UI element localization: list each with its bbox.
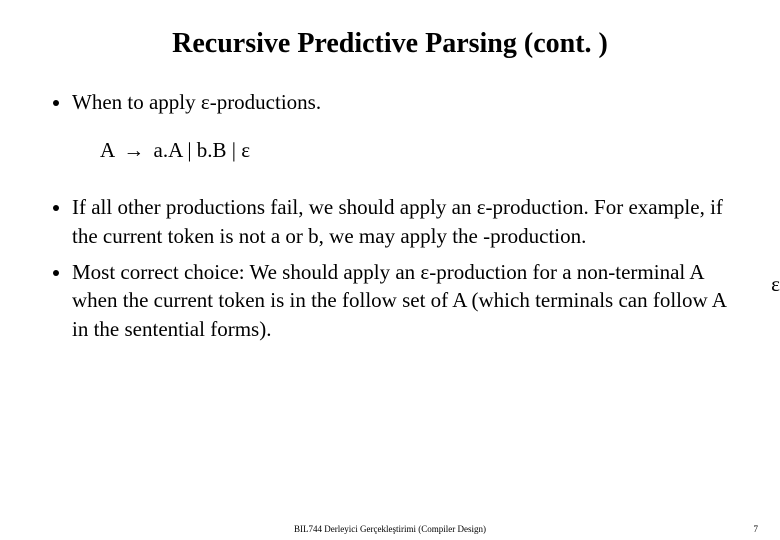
epsilon-edge: ε xyxy=(771,272,780,297)
bullet-list-top: When to apply ε-productions. xyxy=(40,88,740,116)
arrow-icon: → xyxy=(119,138,148,163)
slide-title: Recursive Predictive Parsing (cont. ) xyxy=(40,28,740,60)
bullet-item: If all other productions fail, we should… xyxy=(72,193,740,250)
bullet-item: When to apply ε-productions. xyxy=(72,88,740,116)
bullet-list-bottom: If all other productions fail, we should… xyxy=(40,193,740,343)
bullet-item: Most correct choice: We should apply an … xyxy=(72,258,740,343)
grammar-rhs: a.A | b.B | ε xyxy=(154,138,251,162)
grammar-line: A → a.A | b.B | ε xyxy=(100,138,740,163)
footer-course: BIL744 Derleyici Gerçekleştirimi (Compil… xyxy=(0,524,780,534)
grammar-lhs: A xyxy=(100,138,114,162)
slide: Recursive Predictive Parsing (cont. ) Wh… xyxy=(0,0,780,540)
footer-page-number: 7 xyxy=(754,524,759,534)
